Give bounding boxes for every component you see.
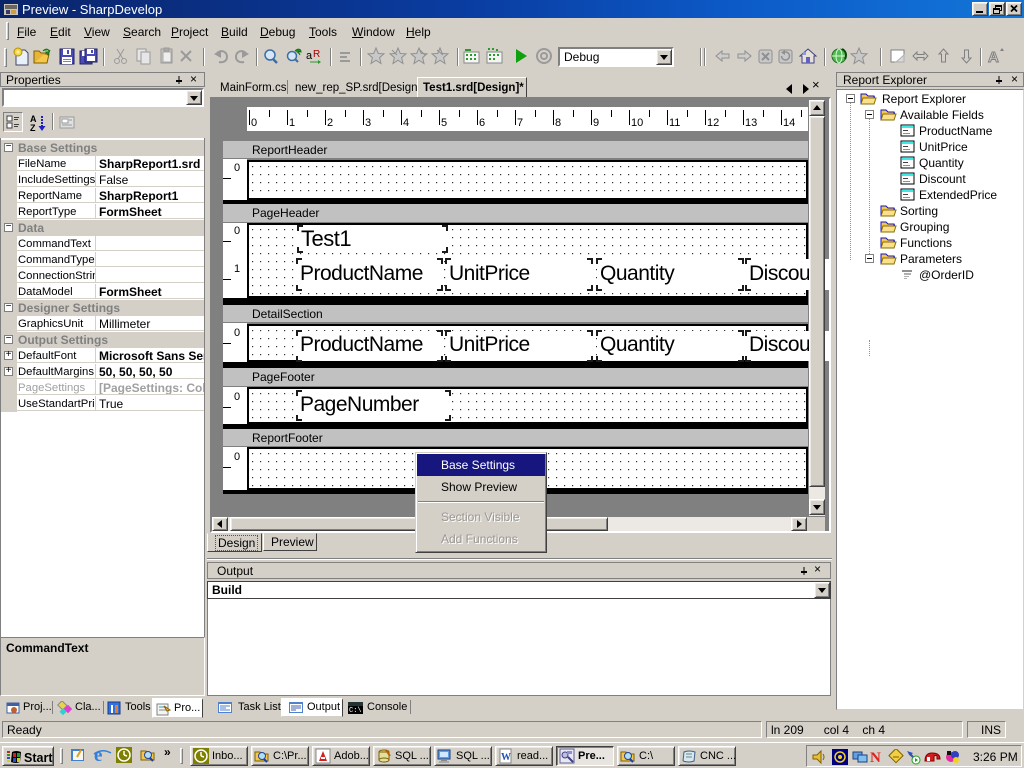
svg-text:A: A xyxy=(988,49,999,66)
svg-text:a: a xyxy=(306,50,313,62)
svg-text:e: e xyxy=(94,745,102,764)
svg-text:R: R xyxy=(313,49,320,60)
svg-text:Z: Z xyxy=(30,123,36,133)
svg-text:N: N xyxy=(870,750,881,764)
svg-text:W: W xyxy=(501,752,511,763)
svg-text:C:\: C:\ xyxy=(349,707,362,715)
